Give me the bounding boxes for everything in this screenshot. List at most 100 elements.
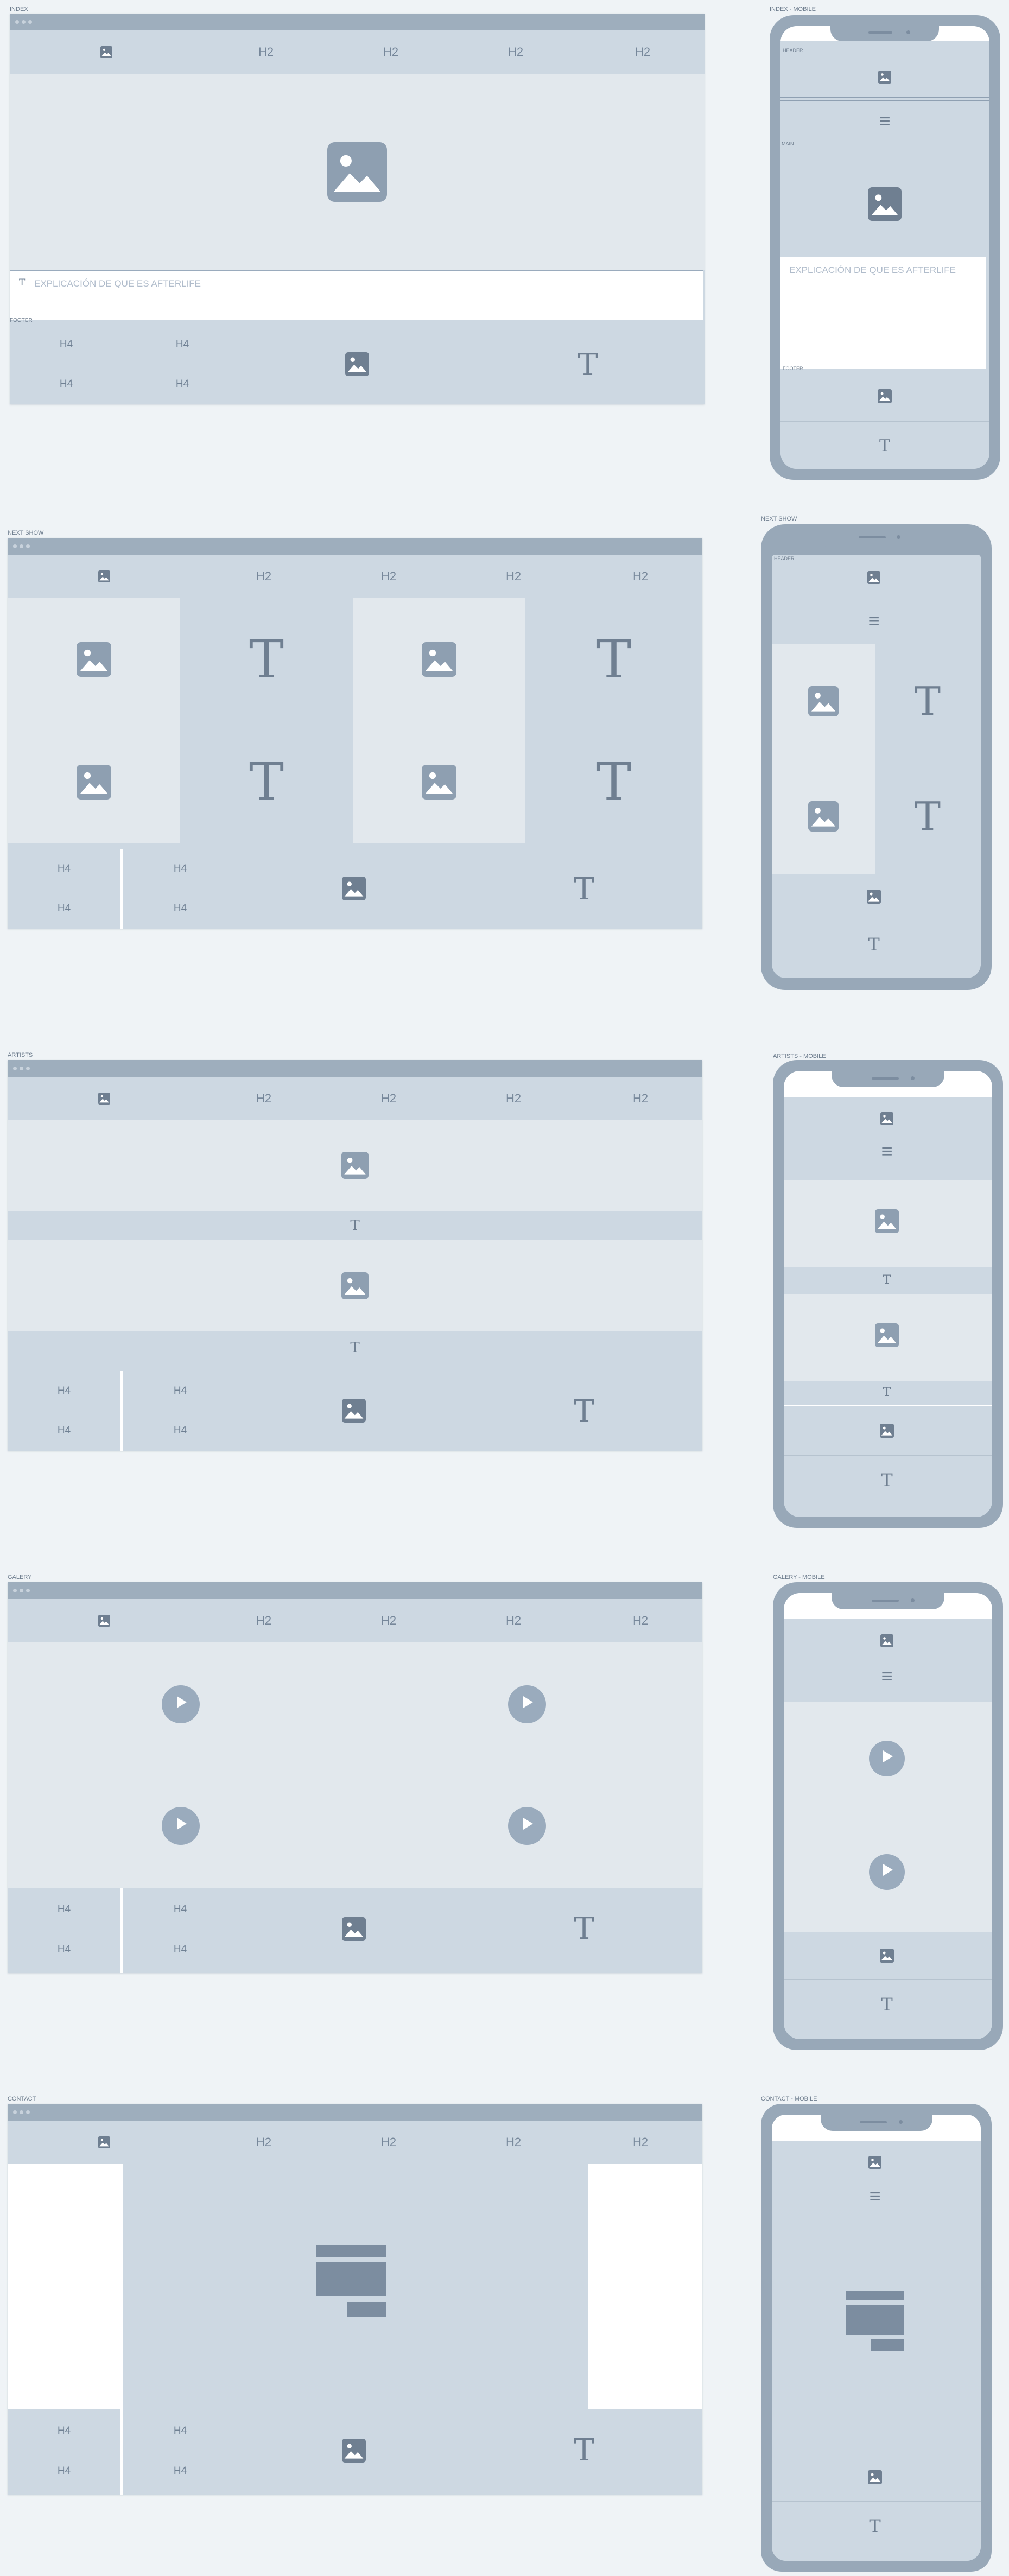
section-label-next-show: NEXT SHOW xyxy=(8,530,44,536)
play-button-icon[interactable] xyxy=(508,1685,546,1723)
logo-image-icon[interactable] xyxy=(98,2136,110,2148)
nav-h2-4[interactable]: H2 xyxy=(633,569,648,583)
form-submit-button[interactable] xyxy=(347,2302,386,2317)
nav-h2-3[interactable]: H2 xyxy=(506,2135,521,2149)
nav-h2-3[interactable]: H2 xyxy=(506,569,521,583)
nav-h2-1[interactable]: H2 xyxy=(256,1614,271,1628)
nav-h2-4[interactable]: H2 xyxy=(633,1092,648,1106)
play-button-icon[interactable] xyxy=(508,1807,546,1845)
show-image-1 xyxy=(772,644,875,759)
contact-form xyxy=(123,2164,588,2409)
footer-h4-c[interactable]: H4 xyxy=(176,339,189,351)
image-icon xyxy=(875,1209,899,1233)
footer-h4-b[interactable]: H4 xyxy=(58,2465,71,2477)
footer-h4-a[interactable]: H4 xyxy=(60,339,73,351)
nav-h2-2[interactable]: H2 xyxy=(381,2135,396,2149)
mobile-footer: T xyxy=(784,1932,992,2039)
mobile-menu-row: ≡ xyxy=(772,609,981,644)
footer-h4-b[interactable]: H4 xyxy=(58,903,71,915)
nav-h2-2[interactable]: H2 xyxy=(383,45,398,59)
show-text-3: T xyxy=(180,721,353,843)
form-input-field[interactable] xyxy=(846,2291,904,2300)
artist-image-1 xyxy=(784,1180,992,1267)
hamburger-menu-icon[interactable]: ≡ xyxy=(879,110,890,132)
footer-image-icon xyxy=(342,2439,366,2463)
footer-h4-c[interactable]: H4 xyxy=(174,1385,187,1397)
mobile-menu-row: ≡ xyxy=(784,1656,992,1702)
play-button-icon[interactable] xyxy=(869,1741,905,1776)
nav-h2-4[interactable]: H2 xyxy=(635,45,650,59)
logo-image-icon[interactable] xyxy=(880,1634,893,1647)
footer-text-icon: T xyxy=(869,2516,881,2536)
hamburger-menu-icon[interactable]: ≡ xyxy=(868,610,879,632)
nav-h2-4[interactable]: H2 xyxy=(633,2135,648,2149)
form-input-field[interactable] xyxy=(316,2245,386,2257)
mobile-header-logo xyxy=(772,566,981,609)
footer-h4-d[interactable]: H4 xyxy=(174,1425,187,1437)
show-image-1 xyxy=(8,598,180,721)
play-button-icon[interactable] xyxy=(162,1807,200,1845)
text-type-icon: T xyxy=(914,678,941,724)
nav-h2-2[interactable]: H2 xyxy=(381,1614,396,1628)
section-label-contact: CONTACT xyxy=(8,2096,36,2102)
show-text-2: T xyxy=(525,598,702,721)
nav-h2-2[interactable]: H2 xyxy=(381,1092,396,1106)
text-type-icon: T xyxy=(350,1217,360,1234)
footer-h4-c[interactable]: H4 xyxy=(174,1904,187,1915)
footer-image-icon xyxy=(342,1399,366,1423)
footer-h4-b[interactable]: H4 xyxy=(58,1425,71,1437)
mobile-header-logo xyxy=(784,1097,992,1134)
logo-image-icon[interactable] xyxy=(100,46,112,58)
footer-text-icon: T xyxy=(881,1994,893,2015)
artist-text-1: T xyxy=(784,1267,992,1294)
footer-h4-a[interactable]: H4 xyxy=(58,1904,71,1915)
nav-h2-1[interactable]: H2 xyxy=(258,45,274,59)
logo-image-icon[interactable] xyxy=(98,1615,110,1627)
nav-h2-3[interactable]: H2 xyxy=(508,45,523,59)
section-label-artists-mobile: ARTISTS - MOBILE xyxy=(773,1053,826,1059)
footer-h4-a[interactable]: H4 xyxy=(58,2425,71,2437)
footer-image-icon xyxy=(345,352,369,376)
form-textarea[interactable] xyxy=(846,2305,904,2335)
footer-image-icon xyxy=(342,1917,366,1941)
footer-h4-d[interactable]: H4 xyxy=(174,903,187,915)
text-type-icon: T xyxy=(249,752,284,813)
footer-h4-d[interactable]: H4 xyxy=(174,2465,187,2477)
play-button-icon[interactable] xyxy=(162,1685,200,1723)
phone-notch xyxy=(830,26,939,41)
footer-h4-a[interactable]: H4 xyxy=(58,863,71,875)
phone-notch xyxy=(832,1071,944,1087)
logo-image-icon[interactable] xyxy=(878,71,891,84)
nav-h2-1[interactable]: H2 xyxy=(256,2135,271,2149)
artist-text-2: T xyxy=(784,1381,992,1405)
phone-screen: HEADER ≡ MAIN EXPLICACIÓN DE QUE ES AFTE… xyxy=(780,26,989,469)
nav-h2-2[interactable]: H2 xyxy=(381,569,396,583)
hamburger-menu-icon[interactable]: ≡ xyxy=(881,1665,892,1687)
nav-h2-1[interactable]: H2 xyxy=(256,1092,271,1106)
logo-image-icon[interactable] xyxy=(98,1093,110,1105)
play-button-icon[interactable] xyxy=(869,1854,905,1890)
footer: H4 H4 H4 H4 T xyxy=(8,2409,702,2495)
logo-image-icon[interactable] xyxy=(880,1112,893,1125)
form-textarea[interactable] xyxy=(316,2262,386,2296)
hamburger-menu-icon[interactable]: ≡ xyxy=(881,1140,892,1163)
logo-image-icon[interactable] xyxy=(98,570,110,582)
form-submit-button[interactable] xyxy=(871,2339,904,2351)
image-icon xyxy=(422,765,456,800)
footer-h4-c[interactable]: H4 xyxy=(174,863,187,875)
footer-h4-a[interactable]: H4 xyxy=(58,1385,71,1397)
logo-image-icon[interactable] xyxy=(868,2156,881,2169)
logo-image-icon[interactable] xyxy=(867,571,880,584)
footer-h4-b[interactable]: H4 xyxy=(60,378,73,390)
phone-frame-contact: ≡ T xyxy=(761,2104,992,2572)
nav-h2-1[interactable]: H2 xyxy=(256,569,271,583)
nav-h2-3[interactable]: H2 xyxy=(506,1092,521,1106)
nav-h2-4[interactable]: H2 xyxy=(633,1614,648,1628)
footer-h4-c[interactable]: H4 xyxy=(174,2425,187,2437)
footer-h4-b[interactable]: H4 xyxy=(58,1944,71,1956)
footer-h4-d[interactable]: H4 xyxy=(174,1944,187,1956)
nav-h2-3[interactable]: H2 xyxy=(506,1614,521,1628)
footer-image-icon xyxy=(868,2470,882,2484)
hamburger-menu-icon[interactable]: ≡ xyxy=(869,2185,880,2207)
footer-h4-d[interactable]: H4 xyxy=(176,378,189,390)
